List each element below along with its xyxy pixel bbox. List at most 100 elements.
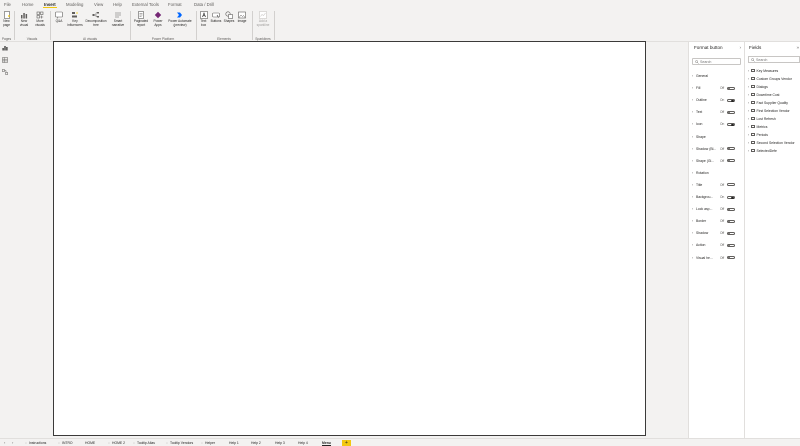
collapse-pane-icon[interactable]: › (739, 45, 741, 50)
buttons-button[interactable]: Buttons (210, 11, 222, 24)
format-search-input[interactable] (700, 59, 740, 65)
fields-search-input[interactable] (756, 57, 800, 63)
page-tab[interactable]: Help 3 (275, 440, 285, 446)
toggle-state-label: Off (720, 146, 725, 151)
format-section-label: Fill (696, 86, 701, 91)
decomposition-tree-button[interactable]: Decomposition tree (85, 11, 107, 27)
page-tab[interactable]: Menu (322, 440, 331, 446)
page-tab[interactable]: Help 4 (298, 440, 308, 446)
format-section[interactable]: › Shape (Gl... Off (692, 158, 743, 164)
power-automate-button[interactable]: Power Automate (preview) (167, 11, 193, 27)
field-table-item[interactable]: › Downtime Cost (748, 92, 800, 98)
toggle-switch[interactable] (727, 256, 735, 260)
toggle-switch[interactable] (727, 147, 735, 151)
image-button[interactable]: Image (236, 11, 248, 24)
format-section[interactable]: › Action Off (692, 242, 743, 248)
format-section[interactable]: › Shadow Off (692, 230, 743, 236)
page-tab[interactable]: Help 1 (229, 440, 239, 446)
chevron-left-icon[interactable]: ‹ (4, 440, 5, 446)
page-tab[interactable]: ◌ Instructions (25, 440, 46, 446)
tab-help[interactable]: Help (112, 1, 123, 8)
tab-insert[interactable]: Insert (43, 1, 57, 8)
field-table-item[interactable]: › Lost Refresh (748, 116, 800, 122)
tab-data-drill[interactable]: Data / Drill (193, 1, 215, 8)
key-influencers-icon (71, 11, 79, 19)
format-section[interactable]: › Fill Off (692, 85, 743, 91)
format-section[interactable]: › General (692, 73, 743, 79)
format-section[interactable]: › Text Off (692, 109, 743, 115)
field-table-item[interactable]: › First Selection Vendor (748, 108, 800, 114)
page-tab[interactable]: ◌ Tooltip Vendors (166, 440, 193, 446)
toggle-switch[interactable] (727, 243, 735, 247)
toggle-switch[interactable] (727, 86, 735, 90)
add-page-button[interactable]: + (342, 440, 351, 446)
format-section[interactable]: › Outline On (692, 97, 743, 103)
key-influencers-button[interactable]: Key influencers (67, 11, 83, 27)
toggle-switch[interactable] (727, 183, 735, 187)
format-section[interactable]: › Visual he... Off (692, 255, 743, 261)
tab-home[interactable]: Home (21, 1, 34, 8)
report-view-icon[interactable] (2, 45, 8, 51)
chevron-right-icon[interactable]: › (12, 440, 13, 446)
page-tab[interactable]: Help 2 (251, 440, 261, 446)
text-box-icon (199, 11, 208, 19)
tab-file[interactable]: File (3, 1, 12, 8)
field-table-item[interactable]: › Second Selection Vendor (748, 140, 800, 146)
format-section-label: Visual he... (696, 255, 713, 260)
format-section[interactable]: › Border Off (692, 218, 743, 224)
page-tab[interactable]: ◌ Tooltip Alias (133, 440, 155, 446)
format-section[interactable]: › Rotation (692, 170, 743, 176)
add-sparkline-button[interactable]: Add a sparkline (254, 11, 272, 27)
page-tab[interactable]: ◌ INTRO (58, 440, 73, 446)
format-section-label: General (696, 74, 709, 78)
field-table-label: Periods (756, 133, 769, 137)
more-visuals-button[interactable]: More visuals (33, 11, 47, 27)
data-view-icon[interactable] (1, 57, 8, 63)
group-elements: Text box Buttons Shapes Image Elements (197, 10, 251, 41)
toggle-switch[interactable] (727, 195, 735, 199)
new-page-button[interactable]: New page (1, 11, 12, 27)
toggle-switch[interactable] (727, 207, 735, 211)
field-table-item[interactable]: › Metrics (748, 124, 800, 130)
report-page[interactable] (53, 41, 646, 436)
paginated-report-button[interactable]: Paginated report (132, 11, 150, 27)
tab-external-tools[interactable]: External Tools (131, 1, 160, 8)
format-section[interactable]: › Shape (692, 134, 743, 140)
format-section[interactable]: › Backgrou... On (692, 194, 743, 200)
tab-view[interactable]: View (93, 1, 104, 8)
format-section[interactable]: › Title Off (692, 182, 743, 188)
field-table-item[interactable]: › Key Measures (748, 68, 800, 74)
toggle-state-label: Off (720, 110, 725, 115)
qna-button[interactable]: Q&A (52, 11, 66, 24)
page-tab[interactable]: ◌ HOME 2 (108, 440, 125, 446)
ribbon: File Home Insert Modeling View Help Exte… (0, 0, 800, 42)
shapes-button[interactable]: Shapes (223, 11, 235, 24)
field-table-item[interactable]: › SelectedDefe (748, 148, 800, 154)
page-tab[interactable]: ◌ Helper (201, 440, 215, 446)
tab-modeling[interactable]: Modeling (65, 1, 84, 8)
format-section[interactable]: › Icon On (692, 121, 743, 127)
fields-search-box[interactable] (748, 56, 800, 63)
field-table-item[interactable]: › Fact Supplier Quality (748, 100, 800, 106)
page-tab[interactable]: HOME (85, 440, 95, 446)
toggle-switch[interactable] (727, 219, 735, 223)
format-search-box[interactable] (692, 58, 741, 65)
field-table-item[interactable]: › Custom Groups Vendor (748, 76, 800, 82)
toggle-switch[interactable] (727, 159, 735, 163)
toggle-switch[interactable] (727, 122, 735, 127)
view-switcher (0, 42, 9, 438)
format-section[interactable]: › Lock asp... Off (692, 206, 743, 212)
toggle-switch[interactable] (727, 110, 735, 114)
toggle-switch[interactable] (727, 98, 735, 102)
tab-format[interactable]: Format (167, 1, 183, 8)
field-table-item[interactable]: › Periods (748, 132, 800, 138)
smart-narrative-button[interactable]: Smart narrative (109, 11, 127, 27)
collapse-fields-icon[interactable]: » (796, 45, 799, 50)
power-apps-button[interactable]: Power Apps (151, 11, 165, 27)
toggle-switch[interactable] (727, 231, 735, 235)
field-table-item[interactable]: › Dialogs (748, 84, 800, 90)
format-section[interactable]: › Shadow (Bl... Off (692, 146, 743, 152)
text-box-button[interactable]: Text box (198, 11, 209, 27)
model-view-icon[interactable] (1, 69, 8, 75)
new-visual-button[interactable]: New visual (17, 11, 31, 27)
